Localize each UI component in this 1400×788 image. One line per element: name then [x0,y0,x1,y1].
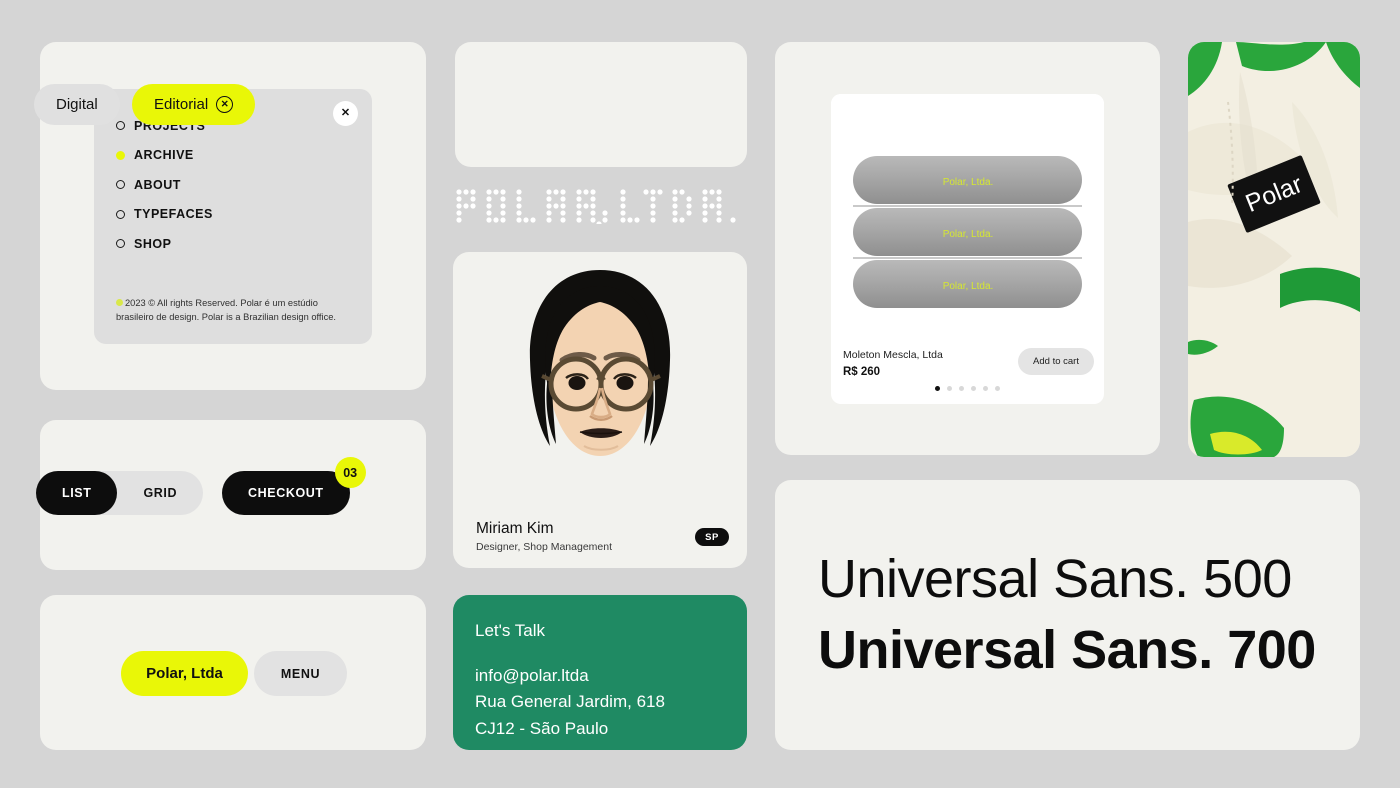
bullet-icon [116,209,125,219]
profile-name: Miriam Kim [476,520,554,537]
chip-editorial[interactable]: Editorial ✕ [132,84,256,125]
svg-text:Polar, Ltda.: Polar, Ltda. [943,229,994,240]
chip-digital[interactable]: Digital [34,84,120,125]
type-specimen-regular: Universal Sans. 500 [818,549,1292,609]
fabric-photo-card: Polar [1188,42,1360,457]
sidebar-item-archive[interactable]: ARCHIVE [116,141,350,171]
bullet-icon [116,121,125,131]
pixel-wordmark-svg [456,189,736,227]
brand-logo-button[interactable]: Polar, Ltda [121,651,248,696]
view-mode-toggle[interactable]: LIST GRID [36,471,204,515]
checkout-button-group: CHECKOUT 03 [222,457,366,515]
nav-menu-list: PROJECTS ARCHIVE ABOUT TYPEFACES SHOP [116,111,350,259]
product-name: Moleton Mescla, Ltda [843,349,943,361]
pixel-wordmark [453,186,747,227]
bullet-icon [116,239,125,249]
product-photo: Polar, Ltda. Polar, Ltda. Polar, Ltda. [831,94,1104,339]
menu-button[interactable]: MENU [254,651,347,696]
navigation-panel: ✕ PROJECTS ARCHIVE ABOUT TYPEFACES SHOP … [94,89,372,344]
filter-chips-card [455,42,747,167]
add-to-cart-button[interactable]: Add to cart [1018,348,1094,375]
nav-item-label: SHOP [134,236,172,251]
carousel-dot[interactable] [947,386,952,391]
carousel-dots[interactable] [831,386,1104,391]
cart-count-badge: 03 [334,457,366,488]
product-footer: Moleton Mescla, Ltda R$ 260 Add to cart [831,339,1104,404]
typography-specimen-card [775,480,1360,750]
location-badge: SP [695,528,729,546]
bullet-active-icon [116,150,125,160]
contact-email[interactable]: info@polar.ltda [475,663,725,689]
contact-card: Let's Talk info@polar.ltda Rua General J… [453,595,747,750]
product-inner-panel: Polar, Ltda. Polar, Ltda. Polar, Ltda. M… [831,94,1104,404]
checkout-button[interactable]: CHECKOUT [222,471,350,515]
design-system-board: ✕ PROJECTS ARCHIVE ABOUT TYPEFACES SHOP … [0,0,1400,788]
carousel-dot[interactable] [959,386,964,391]
carousel-dot[interactable] [995,386,1000,391]
close-icon[interactable]: ✕ [333,101,358,126]
contact-city: CJ12 - São Paulo [475,718,609,738]
sidebar-item-about[interactable]: ABOUT [116,170,350,200]
product-price: R$ 260 [843,366,881,378]
list-view-button[interactable]: LIST [36,471,118,515]
carousel-dot[interactable] [983,386,988,391]
copyright-footer: 2023 © All rights Reserved. Polar é um e… [116,297,352,324]
sidebar-item-shop[interactable]: SHOP [116,229,350,259]
carousel-dot[interactable] [935,386,940,391]
type-specimen-bold: Universal Sans. 700 [818,620,1316,680]
chip-label: Digital [56,96,98,113]
profile-role: Designer, Shop Management [476,541,613,553]
svg-text:Polar, Ltda.: Polar, Ltda. [943,177,994,188]
nav-item-label: TYPEFACES [134,207,213,222]
grid-view-button[interactable]: GRID [117,471,203,515]
chip-remove-icon[interactable]: ✕ [216,96,234,113]
contact-street: Rua General Jardim, 618 [475,692,665,712]
carousel-dot[interactable] [971,386,976,391]
avatar [453,256,747,506]
contact-title: Let's Talk [475,621,546,640]
bullet-icon [116,180,125,190]
svg-text:Polar, Ltda.: Polar, Ltda. [943,281,994,292]
sidebar-item-typefaces[interactable]: TYPEFACES [116,200,350,230]
avatar-illustration [529,270,671,456]
dot-icon [116,299,123,307]
fabric-photo: Polar [1188,42,1360,457]
chip-label: Editorial [154,96,209,113]
copyright-text: 2023 © All rights Reserved. Polar é um e… [116,298,336,322]
nav-item-label: ARCHIVE [134,148,194,163]
folded-sweatshirts-illustration: Polar, Ltda. Polar, Ltda. Polar, Ltda. [831,94,1104,339]
nav-item-label: ABOUT [134,177,181,192]
profile-meta: Miriam Kim Designer, Shop Management [476,520,612,553]
